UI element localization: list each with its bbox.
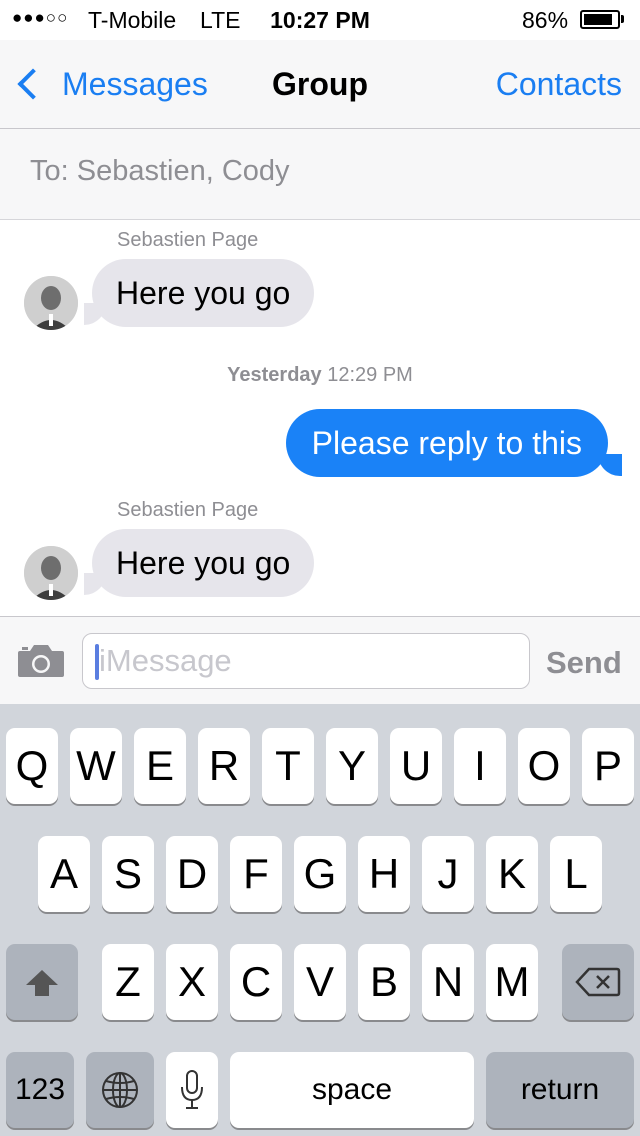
incoming-message-bubble[interactable]: Here you go [92, 529, 315, 597]
shift-key[interactable] [6, 944, 78, 1020]
recipients-field[interactable]: To: Sebastien, Cody [0, 129, 640, 220]
globe-icon [102, 1072, 138, 1108]
globe-key[interactable] [86, 1052, 154, 1128]
contacts-button[interactable]: Contacts [496, 66, 622, 103]
key-c[interactable]: C [230, 944, 282, 1020]
send-button[interactable]: Send [546, 645, 622, 681]
delete-icon [575, 967, 621, 997]
key-s[interactable]: S [102, 836, 154, 912]
key-g[interactable]: G [294, 836, 346, 912]
key-x[interactable]: X [166, 944, 218, 1020]
numbers-key[interactable]: 123 [6, 1052, 74, 1128]
return-key[interactable]: return [486, 1052, 634, 1128]
delete-key[interactable] [562, 944, 634, 1020]
camera-icon[interactable] [16, 643, 66, 679]
message-input[interactable]: iMessage [82, 633, 530, 689]
key-b[interactable]: B [358, 944, 410, 1020]
key-w[interactable]: W [70, 728, 122, 804]
key-q[interactable]: Q [6, 728, 58, 804]
key-a[interactable]: A [38, 836, 90, 912]
microphone-icon [181, 1070, 203, 1109]
timestamp-day: Yesterday [227, 364, 322, 386]
battery-tip [621, 15, 624, 23]
shift-icon [26, 970, 58, 996]
key-t[interactable]: T [262, 728, 314, 804]
battery-percent: 86% [522, 7, 569, 33]
incoming-message-bubble[interactable]: Here you go [92, 259, 315, 327]
avatar[interactable] [24, 276, 78, 330]
avatar[interactable] [24, 546, 78, 600]
key-m[interactable]: M [486, 944, 538, 1020]
key-f[interactable]: F [230, 836, 282, 912]
key-z[interactable]: Z [102, 944, 154, 1020]
message-input-bar: iMessage Send [0, 616, 640, 705]
outgoing-message-bubble[interactable]: Please reply to this [285, 409, 608, 477]
key-k[interactable]: K [486, 836, 538, 912]
key-y[interactable]: Y [326, 728, 378, 804]
status-bar: ●●●○○ T-Mobile LTE 10:27 PM 86% [0, 0, 640, 40]
space-key[interactable]: space [230, 1052, 474, 1128]
navigation-bar: Messages Group Contacts [0, 40, 640, 129]
keyboard: Q W E R T Y U I O P A S D F G H J K L Z … [0, 704, 640, 1136]
key-u[interactable]: U [390, 728, 442, 804]
timestamp-time: 12:29 PM [327, 364, 413, 386]
message-placeholder: iMessage [99, 643, 232, 678]
sender-name: Sebastien Page [117, 229, 259, 251]
sender-name: Sebastien Page [117, 499, 259, 521]
message-timestamp: Yesterday 12:29 PM [0, 364, 640, 387]
key-j[interactable]: J [422, 836, 474, 912]
key-e[interactable]: E [134, 728, 186, 804]
recipients-text: To: Sebastien, Cody [30, 155, 290, 187]
battery-icon [580, 10, 620, 29]
key-v[interactable]: V [294, 944, 346, 1020]
key-r[interactable]: R [198, 728, 250, 804]
microphone-key[interactable] [166, 1052, 218, 1128]
key-l[interactable]: L [550, 836, 602, 912]
key-o[interactable]: O [518, 728, 570, 804]
key-i[interactable]: I [454, 728, 506, 804]
key-n[interactable]: N [422, 944, 474, 1020]
key-p[interactable]: P [582, 728, 634, 804]
key-h[interactable]: H [358, 836, 410, 912]
key-d[interactable]: D [166, 836, 218, 912]
